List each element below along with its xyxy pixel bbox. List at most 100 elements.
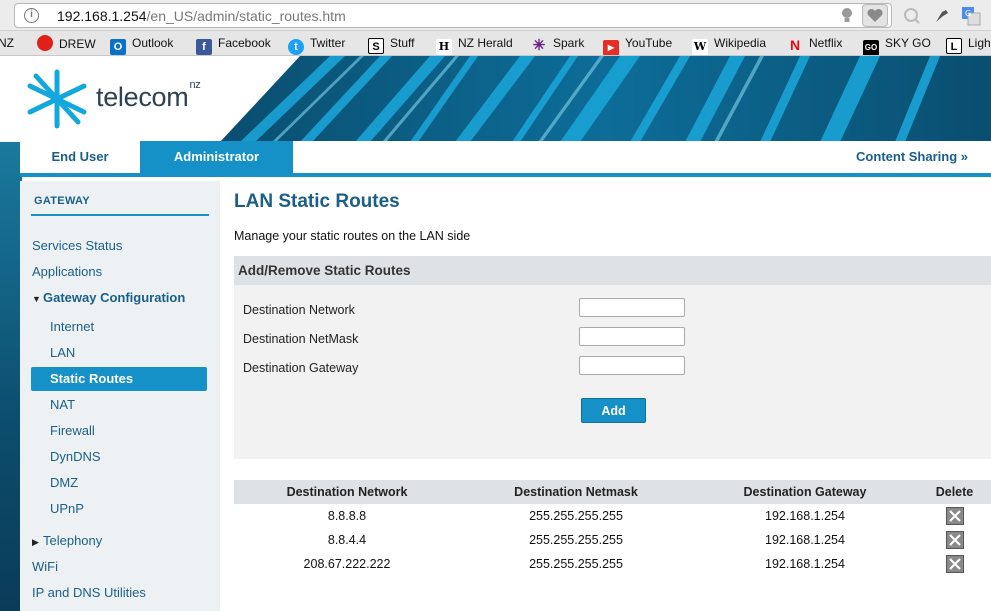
sidebar-item-applications[interactable]: Applications (32, 262, 102, 282)
column-header: Destination Network (234, 480, 460, 504)
sidebar-divider (31, 214, 209, 216)
bookmark-spark[interactable]: ✳ Spark (531, 35, 585, 54)
delete-route-button[interactable] (945, 555, 964, 573)
route-netmask: 255.255.255.255 (529, 509, 623, 523)
bookmark-skygo[interactable]: GO SKY GO (863, 35, 931, 55)
sidebar-item-gateway-configuration[interactable]: ▼ Gateway Configuration (32, 288, 185, 308)
route-netmask: 255.255.255.255 (529, 533, 623, 547)
favorite-button[interactable] (862, 4, 888, 27)
side-decoration (0, 142, 22, 611)
bookmark-stuff[interactable]: S Stuff (368, 35, 415, 54)
sidebar: GATEWAY Services Status Applications ▼ Ga… (20, 181, 220, 611)
triangle-right-icon: ▶ (32, 537, 39, 547)
spark-icon: ✳ (532, 37, 546, 54)
sidebar-item-firewall[interactable]: Firewall (50, 421, 95, 441)
destination-gateway-label: Destination Gateway (243, 361, 359, 375)
delete-route-button[interactable] (945, 507, 964, 525)
wikipedia-icon: W (692, 39, 708, 55)
twitter-icon: t (288, 39, 304, 55)
bookmark-label: SKY GO (885, 36, 931, 50)
url-host: 192.168.1.254 (57, 8, 147, 24)
bookmark-netflix[interactable]: N Netflix (787, 35, 842, 53)
destination-netmask-input[interactable] (579, 327, 685, 346)
browser-toolbar: i 192.168.1.254/en_US/admin/static_route… (0, 0, 991, 31)
telecom-star-logo-icon (27, 69, 87, 129)
bookmark-wikipedia[interactable]: W Wikipedia (692, 35, 766, 55)
panel-header: Add/Remove Static Routes (234, 256, 991, 285)
bookmark-label: NZ Herald (458, 36, 513, 50)
bookmark-drew[interactable]: DREW (37, 35, 96, 52)
red-circle-icon (37, 35, 53, 51)
route-network: 208.67.222.222 (303, 557, 391, 571)
route-gateway: 192.168.1.254 (765, 557, 845, 571)
bookmark-twitter[interactable]: t Twitter (288, 35, 346, 55)
bookmark-label: NZ (0, 36, 14, 50)
site-info-icon[interactable]: i (24, 8, 39, 23)
destination-netmask-label: Destination NetMask (243, 332, 359, 346)
bookmark-nzherald[interactable]: H NZ Herald (436, 35, 513, 55)
url-path: /en_US/admin/static_routes.htm (146, 8, 346, 24)
sidebar-item-telephony[interactable]: ▶ Telephony (32, 531, 102, 551)
extension-icon[interactable] (932, 6, 952, 26)
l-icon: L (946, 38, 962, 54)
panel-title: Add/Remove Static Routes (238, 263, 411, 278)
bookmark-label: Twitter (310, 36, 346, 50)
sidebar-item-lan[interactable]: LAN (50, 343, 75, 363)
destination-network-label: Destination Network (243, 303, 355, 317)
bookmark-nz[interactable]: NZ (0, 35, 14, 52)
sidebar-item-dyndns[interactable]: DynDNS (50, 447, 101, 467)
lightbulb-icon[interactable] (840, 7, 854, 24)
svg-text:G: G (965, 9, 971, 18)
top-tabs: End User Administrator Content Sharing » (20, 141, 991, 177)
page-title: LAN Static Routes (234, 191, 400, 212)
search-extension-icon[interactable] (902, 6, 922, 26)
route-gateway: 192.168.1.254 (765, 509, 845, 523)
bookmark-outlook[interactable]: O Outlook (110, 35, 173, 55)
bookmark-label: YouTube (625, 36, 673, 50)
close-icon (948, 510, 961, 522)
sidebar-heading: GATEWAY (34, 195, 90, 207)
sidebar-item-nat[interactable]: NAT (50, 395, 75, 415)
bookmark-facebook[interactable]: f Facebook (196, 35, 271, 55)
bookmarks-bar: NZ DREW O Outlook f Facebook t Twitter S Stu… (0, 31, 991, 56)
facebook-icon: f (196, 39, 212, 55)
destination-network-input[interactable] (579, 298, 685, 317)
close-icon (948, 534, 961, 546)
bookmark-label: Spark (553, 36, 585, 50)
sidebar-item-services-status[interactable]: Services Status (32, 236, 122, 256)
bookmark-youtube[interactable]: ▶ YouTube (603, 35, 673, 55)
outlook-icon: O (110, 39, 126, 55)
bookmark-label: Facebook (218, 36, 271, 50)
content-sharing-link[interactable]: Content Sharing » (856, 141, 968, 173)
add-route-panel: Add/Remove Static Routes Destination Net… (234, 256, 991, 459)
tab-administrator[interactable]: Administrator (140, 141, 293, 173)
sidebar-item-label: Telephony (43, 533, 103, 548)
sidebar-item-upnp[interactable]: UPnP (50, 499, 84, 519)
url-text: 192.168.1.254/en_US/admin/static_routes.… (57, 8, 346, 24)
sidebar-item-ip-dns-utilities[interactable]: IP and DNS Utilities (32, 583, 146, 603)
sidebar-item-dmz[interactable]: DMZ (50, 473, 78, 493)
delete-route-button[interactable] (945, 531, 964, 549)
sidebar-item-wifi[interactable]: WiFi (32, 557, 58, 577)
stuff-icon: S (368, 38, 384, 54)
sidebar-item-label: Gateway Configuration (43, 290, 186, 305)
destination-gateway-input[interactable] (579, 356, 685, 375)
bookmark-ligh[interactable]: L Ligh (946, 35, 991, 54)
add-route-button[interactable]: Add (581, 398, 646, 423)
bookmark-label: Ligh (968, 36, 991, 50)
brand-suffix: nz (189, 79, 201, 91)
column-header: Destination Gateway (692, 480, 918, 504)
translate-icon[interactable]: G (961, 6, 981, 26)
skygo-icon: GO (863, 40, 879, 55)
route-network: 8.8.8.8 (327, 509, 367, 523)
table-row: 8.8.8.8 255.255.255.255 192.168.1.254 (234, 504, 991, 528)
site-header: telecomnz (0, 56, 991, 142)
triangle-down-icon: ▼ (32, 294, 41, 304)
bookmark-label: DREW (59, 37, 96, 51)
sidebar-item-static-routes[interactable]: Static Routes (31, 367, 207, 391)
address-bar[interactable]: i 192.168.1.254/en_US/admin/static_route… (14, 3, 892, 28)
tab-end-user[interactable]: End User (20, 141, 140, 173)
brand-name: telecom (96, 82, 189, 112)
bookmark-label: Stuff (390, 36, 415, 50)
sidebar-item-internet[interactable]: Internet (50, 317, 94, 337)
